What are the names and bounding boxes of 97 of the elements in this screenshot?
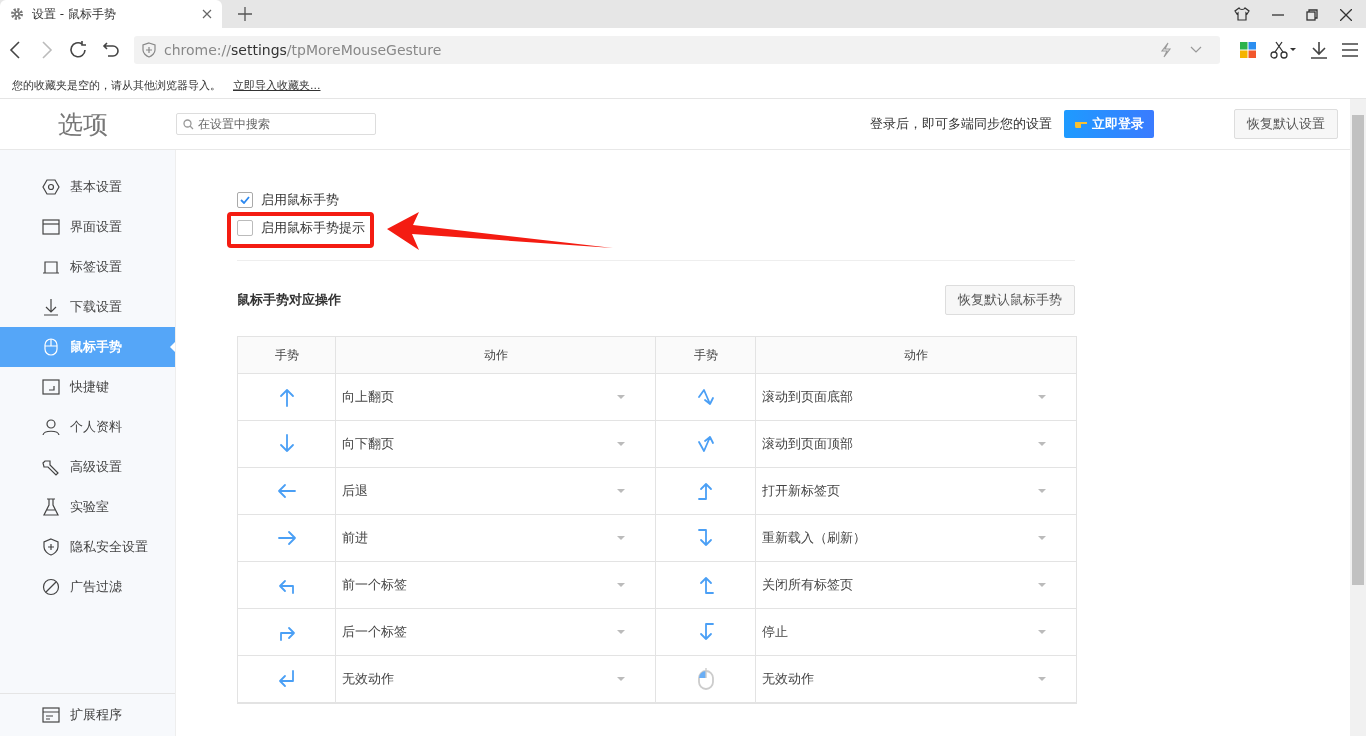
window-icon (42, 218, 60, 236)
section-title: 鼠标手势对应操作 (237, 291, 341, 309)
sidebar-item[interactable]: 界面设置 (0, 207, 175, 247)
new-tab-icon[interactable] (238, 7, 252, 21)
tab-icon (42, 258, 60, 276)
action-dropdown[interactable]: 前进 (342, 523, 649, 553)
mouse-icon (695, 668, 716, 690)
bookmarks-empty-message: 您的收藏夹是空的，请从其他浏览器导入。 (12, 77, 221, 93)
action-dropdown[interactable]: 前一个标签 (342, 570, 649, 600)
dropdown-caret-icon (617, 583, 625, 587)
column-header: 动作 (756, 337, 1076, 374)
sidebar-item[interactable]: 快捷键 (0, 367, 175, 407)
apps-icon[interactable] (1240, 42, 1256, 58)
action-dropdown[interactable]: 向上翻页 (342, 382, 649, 412)
action-dropdown[interactable]: 停止 (762, 617, 1070, 647)
dropdown-caret-icon (1038, 677, 1046, 681)
flask-icon (42, 498, 60, 516)
user-icon (42, 418, 60, 436)
action-dropdown[interactable]: 后退 (342, 476, 649, 506)
block-icon (42, 578, 60, 596)
menu-icon[interactable] (1342, 43, 1358, 57)
address-bar[interactable]: chrome://settings/tpMoreMouseGesture (134, 36, 1220, 64)
action-dropdown[interactable]: 后一个标签 (342, 617, 649, 647)
gesture-arrow-icon (276, 669, 297, 689)
keyboard-icon (42, 378, 60, 396)
pointing-hand-icon (1074, 119, 1088, 129)
gear-icon (10, 7, 24, 21)
check-icon (240, 196, 250, 204)
sync-hint: 登录后，即可多端同步您的设置 (870, 115, 1052, 133)
scissors-icon[interactable] (1270, 41, 1296, 59)
sidebar-item[interactable]: 扩展程序 (0, 693, 175, 736)
reset-gestures-button[interactable]: 恢复默认鼠标手势 (945, 285, 1075, 315)
url-text: chrome://settings/tpMoreMouseGesture (164, 42, 443, 58)
dropdown-caret-icon (1038, 583, 1046, 587)
action-dropdown[interactable]: 无效动作 (762, 664, 1070, 694)
restore-icon[interactable] (1306, 9, 1318, 21)
dropdown-caret-icon (1038, 395, 1046, 399)
browser-tab[interactable]: 设置 - 鼠标手势 (0, 0, 222, 28)
shirt-icon[interactable] (1234, 7, 1250, 21)
gesture-arrow-icon (276, 481, 297, 501)
search-icon (183, 118, 194, 130)
chevron-down-icon[interactable] (1190, 46, 1202, 54)
action-dropdown[interactable]: 滚动到页面顶部 (762, 429, 1070, 459)
action-dropdown[interactable]: 重新载入（刷新） (762, 523, 1070, 553)
dropdown-caret-icon (617, 442, 625, 446)
wrench-icon (42, 458, 60, 476)
gesture-arrow-icon (695, 387, 716, 407)
dropdown-caret-icon (617, 395, 625, 399)
column-header: 手势 (656, 337, 756, 374)
gesture-arrow-icon (695, 434, 716, 454)
lightning-icon[interactable] (1160, 42, 1172, 58)
sidebar-item[interactable]: 下载设置 (0, 287, 175, 327)
dropdown-caret-icon (617, 630, 625, 634)
action-dropdown[interactable]: 向下翻页 (342, 429, 649, 459)
undo-icon[interactable] (102, 42, 120, 58)
action-dropdown[interactable]: 打开新标签页 (762, 476, 1070, 506)
sidebar-item[interactable]: 标签设置 (0, 247, 175, 287)
tab-title: 设置 - 鼠标手势 (32, 5, 117, 23)
sidebar-item[interactable]: 隐私安全设置 (0, 527, 175, 567)
dropdown-caret-icon (1038, 630, 1046, 634)
shield-icon (42, 538, 60, 556)
shield-icon (142, 42, 156, 58)
column-header: 手势 (238, 337, 336, 374)
checkbox[interactable] (237, 192, 253, 208)
dropdown-caret-icon (617, 489, 625, 493)
page-title: 选项 (57, 108, 109, 141)
download-icon (42, 298, 60, 316)
mouse-icon (42, 338, 60, 356)
dropdown-caret-icon (1038, 489, 1046, 493)
dropdown-caret-icon (1038, 536, 1046, 540)
dropdown-caret-icon (617, 677, 625, 681)
checkbox-label: 启用鼠标手势 (261, 191, 339, 209)
column-header: 动作 (336, 337, 656, 374)
download-icon[interactable] (1310, 41, 1328, 59)
sidebar-item[interactable]: 个人资料 (0, 407, 175, 447)
sidebar-item[interactable]: 广告过滤 (0, 567, 175, 607)
sidebar-item[interactable]: 基本设置 (0, 167, 175, 207)
gear-icon (42, 178, 60, 196)
action-dropdown[interactable]: 无效动作 (342, 664, 649, 694)
dropdown-caret-icon (617, 536, 625, 540)
close-icon[interactable] (1340, 9, 1352, 21)
sidebar-item[interactable]: 实验室 (0, 487, 175, 527)
close-icon[interactable] (202, 9, 212, 19)
reset-settings-button[interactable]: 恢复默认设置 (1234, 109, 1338, 139)
import-bookmarks-link[interactable]: 立即导入收藏夹... (233, 77, 321, 93)
reload-icon[interactable] (68, 40, 88, 60)
login-button[interactable]: 立即登录 (1064, 110, 1154, 138)
sidebar-item[interactable]: 高级设置 (0, 447, 175, 487)
action-dropdown[interactable]: 滚动到页面底部 (762, 382, 1070, 412)
scrollbar[interactable] (1350, 99, 1366, 736)
extension-icon (42, 706, 60, 724)
action-dropdown[interactable]: 关闭所有标签页 (762, 570, 1070, 600)
search-field[interactable]: 在设置中搜索 (176, 113, 376, 135)
gesture-arrow-icon (276, 528, 297, 548)
checkbox-label: 启用鼠标手势提示 (261, 219, 365, 237)
dropdown-caret-icon (1038, 442, 1046, 446)
checkbox[interactable] (237, 220, 253, 236)
